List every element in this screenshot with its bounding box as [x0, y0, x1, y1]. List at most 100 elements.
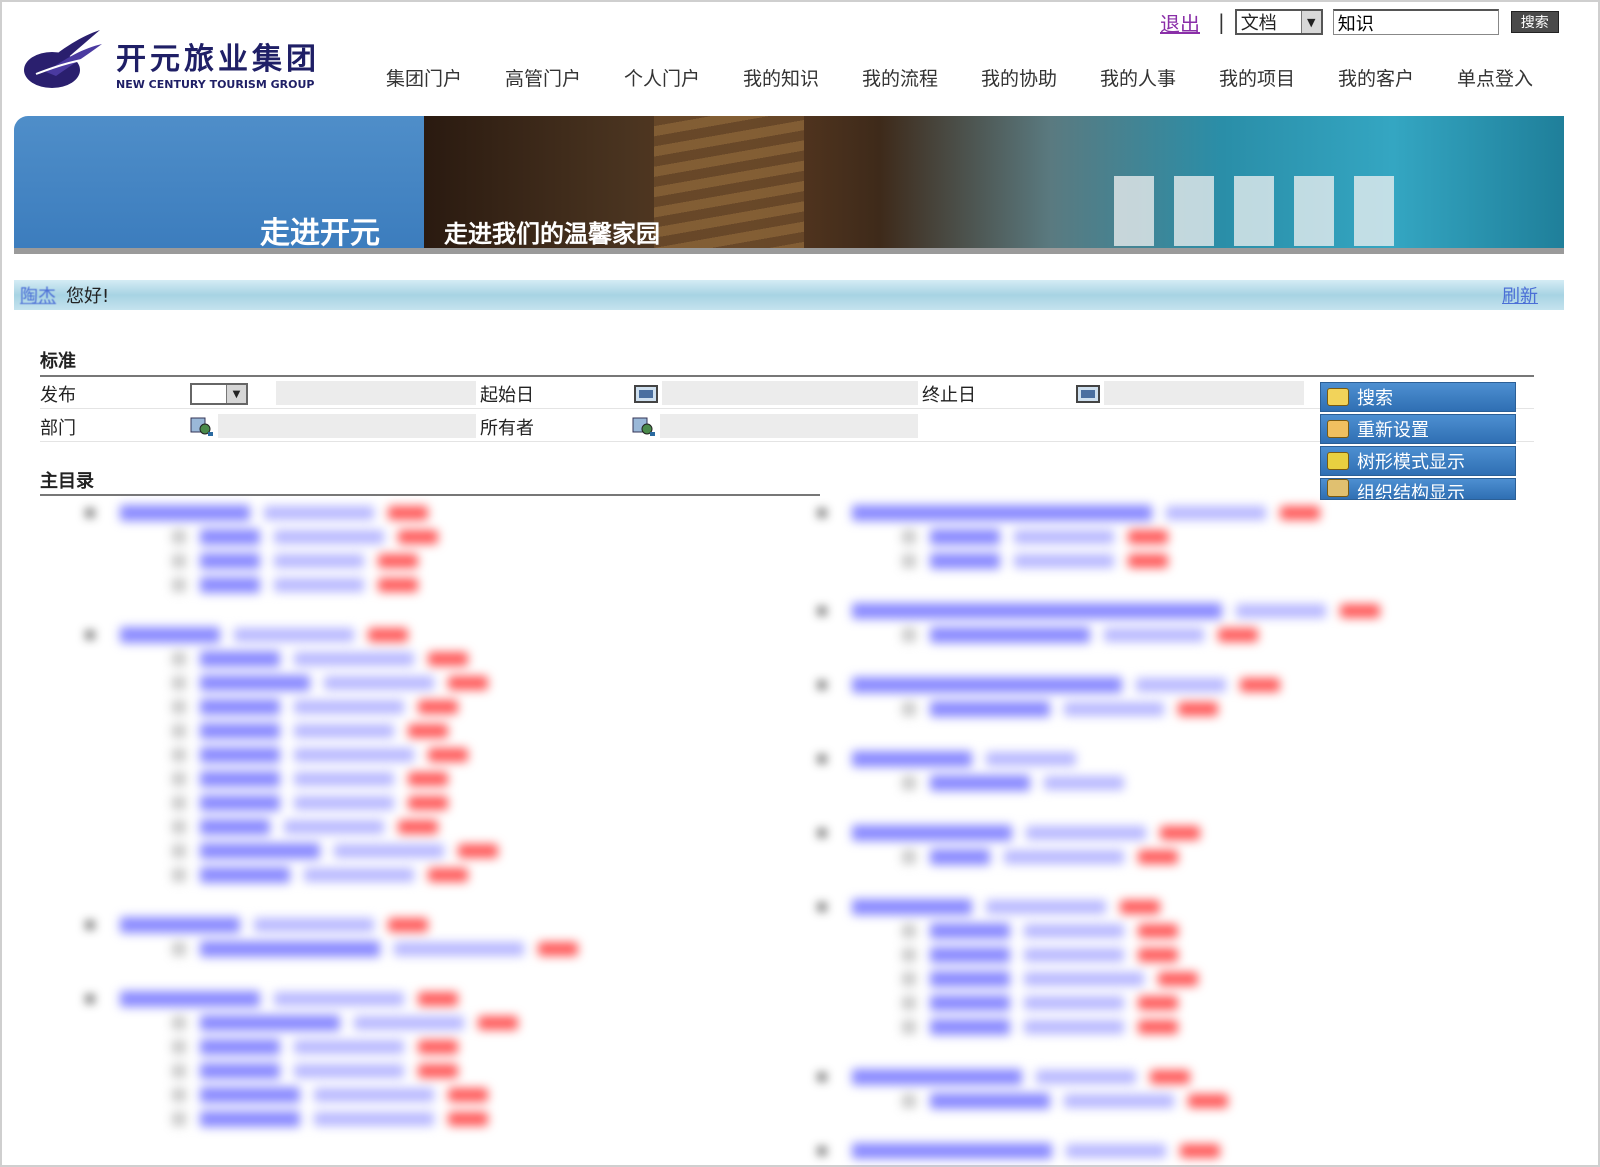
list-item[interactable]	[40, 937, 760, 961]
department-picker-icon[interactable]	[190, 416, 214, 438]
list-item[interactable]	[40, 695, 760, 719]
list-item[interactable]	[780, 501, 1500, 525]
refresh-link[interactable]: 刷新	[1502, 282, 1538, 308]
filter-row-1: 发布 ▼ 起始日 终止日	[40, 377, 1534, 409]
welcome-bar: 陶杰 您好! 刷新	[14, 280, 1564, 310]
department-field[interactable]	[218, 414, 476, 438]
reset-button[interactable]: 重新设置	[1320, 414, 1516, 444]
list-item[interactable]	[40, 1035, 760, 1059]
search-input[interactable]	[1332, 9, 1499, 35]
list-item[interactable]	[40, 719, 760, 743]
search-action-label: 搜索	[1357, 388, 1393, 409]
list-item[interactable]	[780, 1089, 1500, 1113]
owner-picker-icon[interactable]	[632, 416, 656, 438]
top-utility-bar: 退出 | 文档 ▼ 搜索	[1160, 8, 1559, 36]
end-date-field[interactable]	[1104, 381, 1304, 405]
list-item[interactable]	[40, 815, 760, 839]
list-item[interactable]	[40, 1083, 760, 1107]
nav-item-my-workflow[interactable]: 我的流程	[862, 64, 981, 91]
logo-emblem-icon	[24, 30, 102, 88]
user-name-link[interactable]: 陶杰	[20, 282, 56, 308]
list-item[interactable]	[780, 525, 1500, 549]
list-item[interactable]	[40, 525, 760, 549]
start-date-field[interactable]	[662, 381, 918, 405]
list-item[interactable]	[780, 967, 1500, 991]
list-item[interactable]	[780, 599, 1500, 623]
publish-select[interactable]: ▼	[190, 383, 248, 405]
list-item[interactable]	[40, 791, 760, 815]
list-item[interactable]	[40, 863, 760, 887]
list-item[interactable]	[40, 1107, 760, 1131]
list-item[interactable]	[780, 747, 1500, 771]
chevron-down-icon[interactable]: ▼	[1300, 11, 1321, 33]
nav-item-group-portal[interactable]: 集团门户	[386, 64, 505, 91]
list-item[interactable]	[780, 919, 1500, 943]
filter-section-title: 标准	[40, 351, 76, 372]
nav-item-my-hr[interactable]: 我的人事	[1100, 64, 1219, 91]
owner-field[interactable]	[660, 414, 918, 438]
list-item[interactable]	[40, 987, 760, 1011]
search-button[interactable]: 搜索	[1510, 11, 1559, 33]
nav-item-my-customers[interactable]: 我的客户	[1338, 64, 1457, 91]
banner-photo-tables	[1114, 176, 1414, 246]
list-item[interactable]	[780, 1139, 1500, 1163]
start-date-calendar-icon[interactable]	[634, 385, 658, 403]
search-icon	[1327, 388, 1349, 406]
logout-link[interactable]: 退出	[1160, 8, 1200, 37]
list-item[interactable]	[780, 1065, 1500, 1089]
nav-item-my-knowledge[interactable]: 我的知识	[743, 64, 862, 91]
list-item[interactable]	[780, 821, 1500, 845]
list-item[interactable]	[780, 895, 1500, 919]
main-nav: 集团门户 高管门户 个人门户 我的知识 我的流程 我的协助 我的人事 我的项目 …	[386, 64, 1576, 91]
list-item[interactable]	[40, 743, 760, 767]
nav-item-sso-login[interactable]: 单点登入	[1457, 64, 1576, 91]
reset-label: 重新设置	[1357, 420, 1429, 441]
list-item[interactable]	[780, 623, 1500, 647]
list-item[interactable]	[40, 501, 760, 525]
list-item[interactable]	[780, 549, 1500, 573]
blurred-list-left	[40, 501, 760, 1131]
list-item[interactable]	[780, 845, 1500, 869]
nav-item-my-projects[interactable]: 我的项目	[1219, 64, 1338, 91]
search-type-select[interactable]: 文档 ▼	[1234, 9, 1323, 35]
directory-title: 主目录	[40, 471, 94, 492]
end-date-calendar-icon[interactable]	[1076, 385, 1100, 403]
list-item[interactable]	[40, 913, 760, 937]
nav-item-personal-portal[interactable]: 个人门户	[624, 64, 743, 91]
greeting-text: 您好!	[66, 286, 110, 307]
start-date-label: 起始日	[480, 385, 534, 406]
list-item[interactable]	[40, 573, 760, 597]
search-type-value: 文档	[1240, 13, 1277, 34]
list-item[interactable]	[40, 549, 760, 573]
list-item[interactable]	[40, 839, 760, 863]
directory-column-left	[40, 495, 760, 1131]
search-action-button[interactable]: 搜索	[1320, 382, 1516, 412]
banner-subtitle: 走进我们的温馨家园	[444, 220, 660, 248]
list-item[interactable]	[780, 943, 1500, 967]
nav-item-my-assist[interactable]: 我的协助	[981, 64, 1100, 91]
blurred-list-right	[780, 501, 1500, 1163]
list-item[interactable]	[780, 1015, 1500, 1039]
list-item[interactable]	[40, 1059, 760, 1083]
action-menu: 搜索 重新设置 树形模式显示 组织结构显示	[1320, 382, 1516, 502]
directory-content	[40, 495, 1534, 1167]
reset-icon	[1327, 420, 1349, 438]
list-item[interactable]	[40, 671, 760, 695]
list-item[interactable]	[780, 697, 1500, 721]
publish-field-bg	[276, 381, 476, 405]
filter-row-2: 部门 所有者	[40, 410, 1534, 442]
separator: |	[1218, 10, 1225, 34]
nav-item-executive-portal[interactable]: 高管门户	[505, 64, 624, 91]
list-item[interactable]	[780, 673, 1500, 697]
end-date-label: 终止日	[922, 385, 976, 406]
logo-english-name: NEW CENTURY TOURISM GROUP	[116, 78, 315, 91]
list-item[interactable]	[40, 623, 760, 647]
list-item[interactable]	[40, 1011, 760, 1035]
tree-view-button[interactable]: 树形模式显示	[1320, 446, 1516, 476]
list-item[interactable]	[40, 647, 760, 671]
list-item[interactable]	[40, 767, 760, 791]
banner-photo-stairs	[654, 116, 804, 254]
list-item[interactable]	[780, 991, 1500, 1015]
list-item[interactable]	[780, 771, 1500, 795]
company-logo[interactable]: 开元旅业集团 NEW CENTURY TOURISM GROUP	[22, 28, 342, 98]
